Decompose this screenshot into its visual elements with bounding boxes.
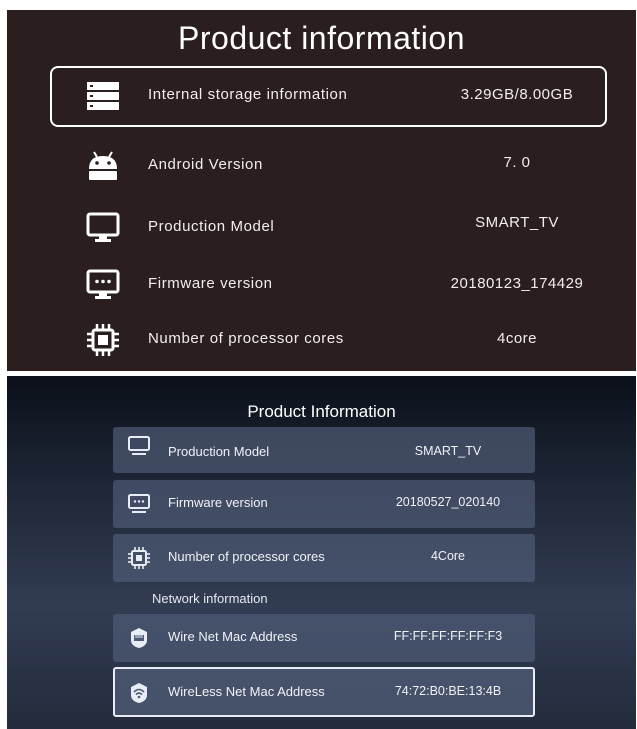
- info-row-android-version[interactable]: Android Version 7. 0: [7, 146, 636, 186]
- row-value: 3.29GB/8.00GB: [460, 86, 574, 103]
- android-icon: [89, 151, 117, 180]
- firmware-icon: [86, 269, 120, 299]
- wifi-icon: [131, 683, 147, 703]
- info-row-processor-cores[interactable]: Number of processor cores 4Core: [113, 534, 535, 582]
- info-row-wire-mac[interactable]: Wire Net Mac Address FF:FF:FF:FF:FF:F3: [113, 614, 535, 662]
- row-value: FF:FF:FF:FF:FF:F3: [393, 629, 503, 643]
- row-label: Wire Net Mac Address: [168, 629, 298, 644]
- row-label: Android Version: [148, 156, 263, 173]
- info-row-production-model[interactable]: Production Model SMART_TV: [7, 208, 636, 248]
- row-value: SMART_TV: [475, 214, 559, 231]
- info-row-firmware-version[interactable]: Firmware version 20180527_020140: [113, 480, 535, 528]
- top-info-panel: Product information Internal storage inf…: [7, 10, 636, 371]
- info-row-wireless-mac[interactable]: WireLess Net Mac Address 74:72:B0:BE:13:…: [113, 667, 535, 717]
- row-label: Number of processor cores: [148, 330, 344, 347]
- page-title: Product information: [178, 20, 465, 56]
- ethernet-icon: [131, 628, 147, 648]
- row-value: 7. 0: [503, 154, 531, 171]
- row-value: 4Core: [430, 549, 466, 563]
- firmware-icon: [128, 494, 150, 513]
- row-label: WireLess Net Mac Address: [168, 684, 325, 699]
- info-row-processor-cores[interactable]: Number of processor cores 4core: [7, 320, 636, 360]
- row-label: Firmware version: [168, 495, 268, 510]
- row-label: Internal storage information: [148, 86, 348, 103]
- info-row-storage[interactable]: Internal storage information 3.29GB/8.00…: [7, 76, 636, 116]
- row-label: Number of processor cores: [168, 549, 325, 564]
- row-label: Production Model: [148, 218, 275, 235]
- cpu-icon: [128, 547, 150, 569]
- row-value: SMART_TV: [414, 444, 482, 458]
- row-value: 20180123_174429: [450, 275, 584, 292]
- info-row-firmware-version[interactable]: Firmware version 20180123_174429: [7, 265, 636, 305]
- row-value: 74:72:B0:BE:13:4B: [394, 684, 502, 698]
- page-title: Product Information: [247, 402, 396, 421]
- cpu-icon: [87, 324, 119, 356]
- row-label: Production Model: [168, 444, 270, 459]
- bottom-info-panel: Product Information Production Model SMA…: [7, 376, 636, 729]
- row-label: Firmware version: [148, 275, 273, 292]
- network-section-heading: Network information: [152, 591, 268, 606]
- row-value: 4core: [496, 330, 538, 347]
- row-value: 20180527_020140: [395, 495, 501, 509]
- info-row-production-model[interactable]: Production Model SMART_TV: [113, 427, 535, 473]
- monitor-icon: [128, 436, 150, 455]
- monitor-icon: [86, 212, 120, 242]
- storage-icon: [87, 82, 119, 110]
